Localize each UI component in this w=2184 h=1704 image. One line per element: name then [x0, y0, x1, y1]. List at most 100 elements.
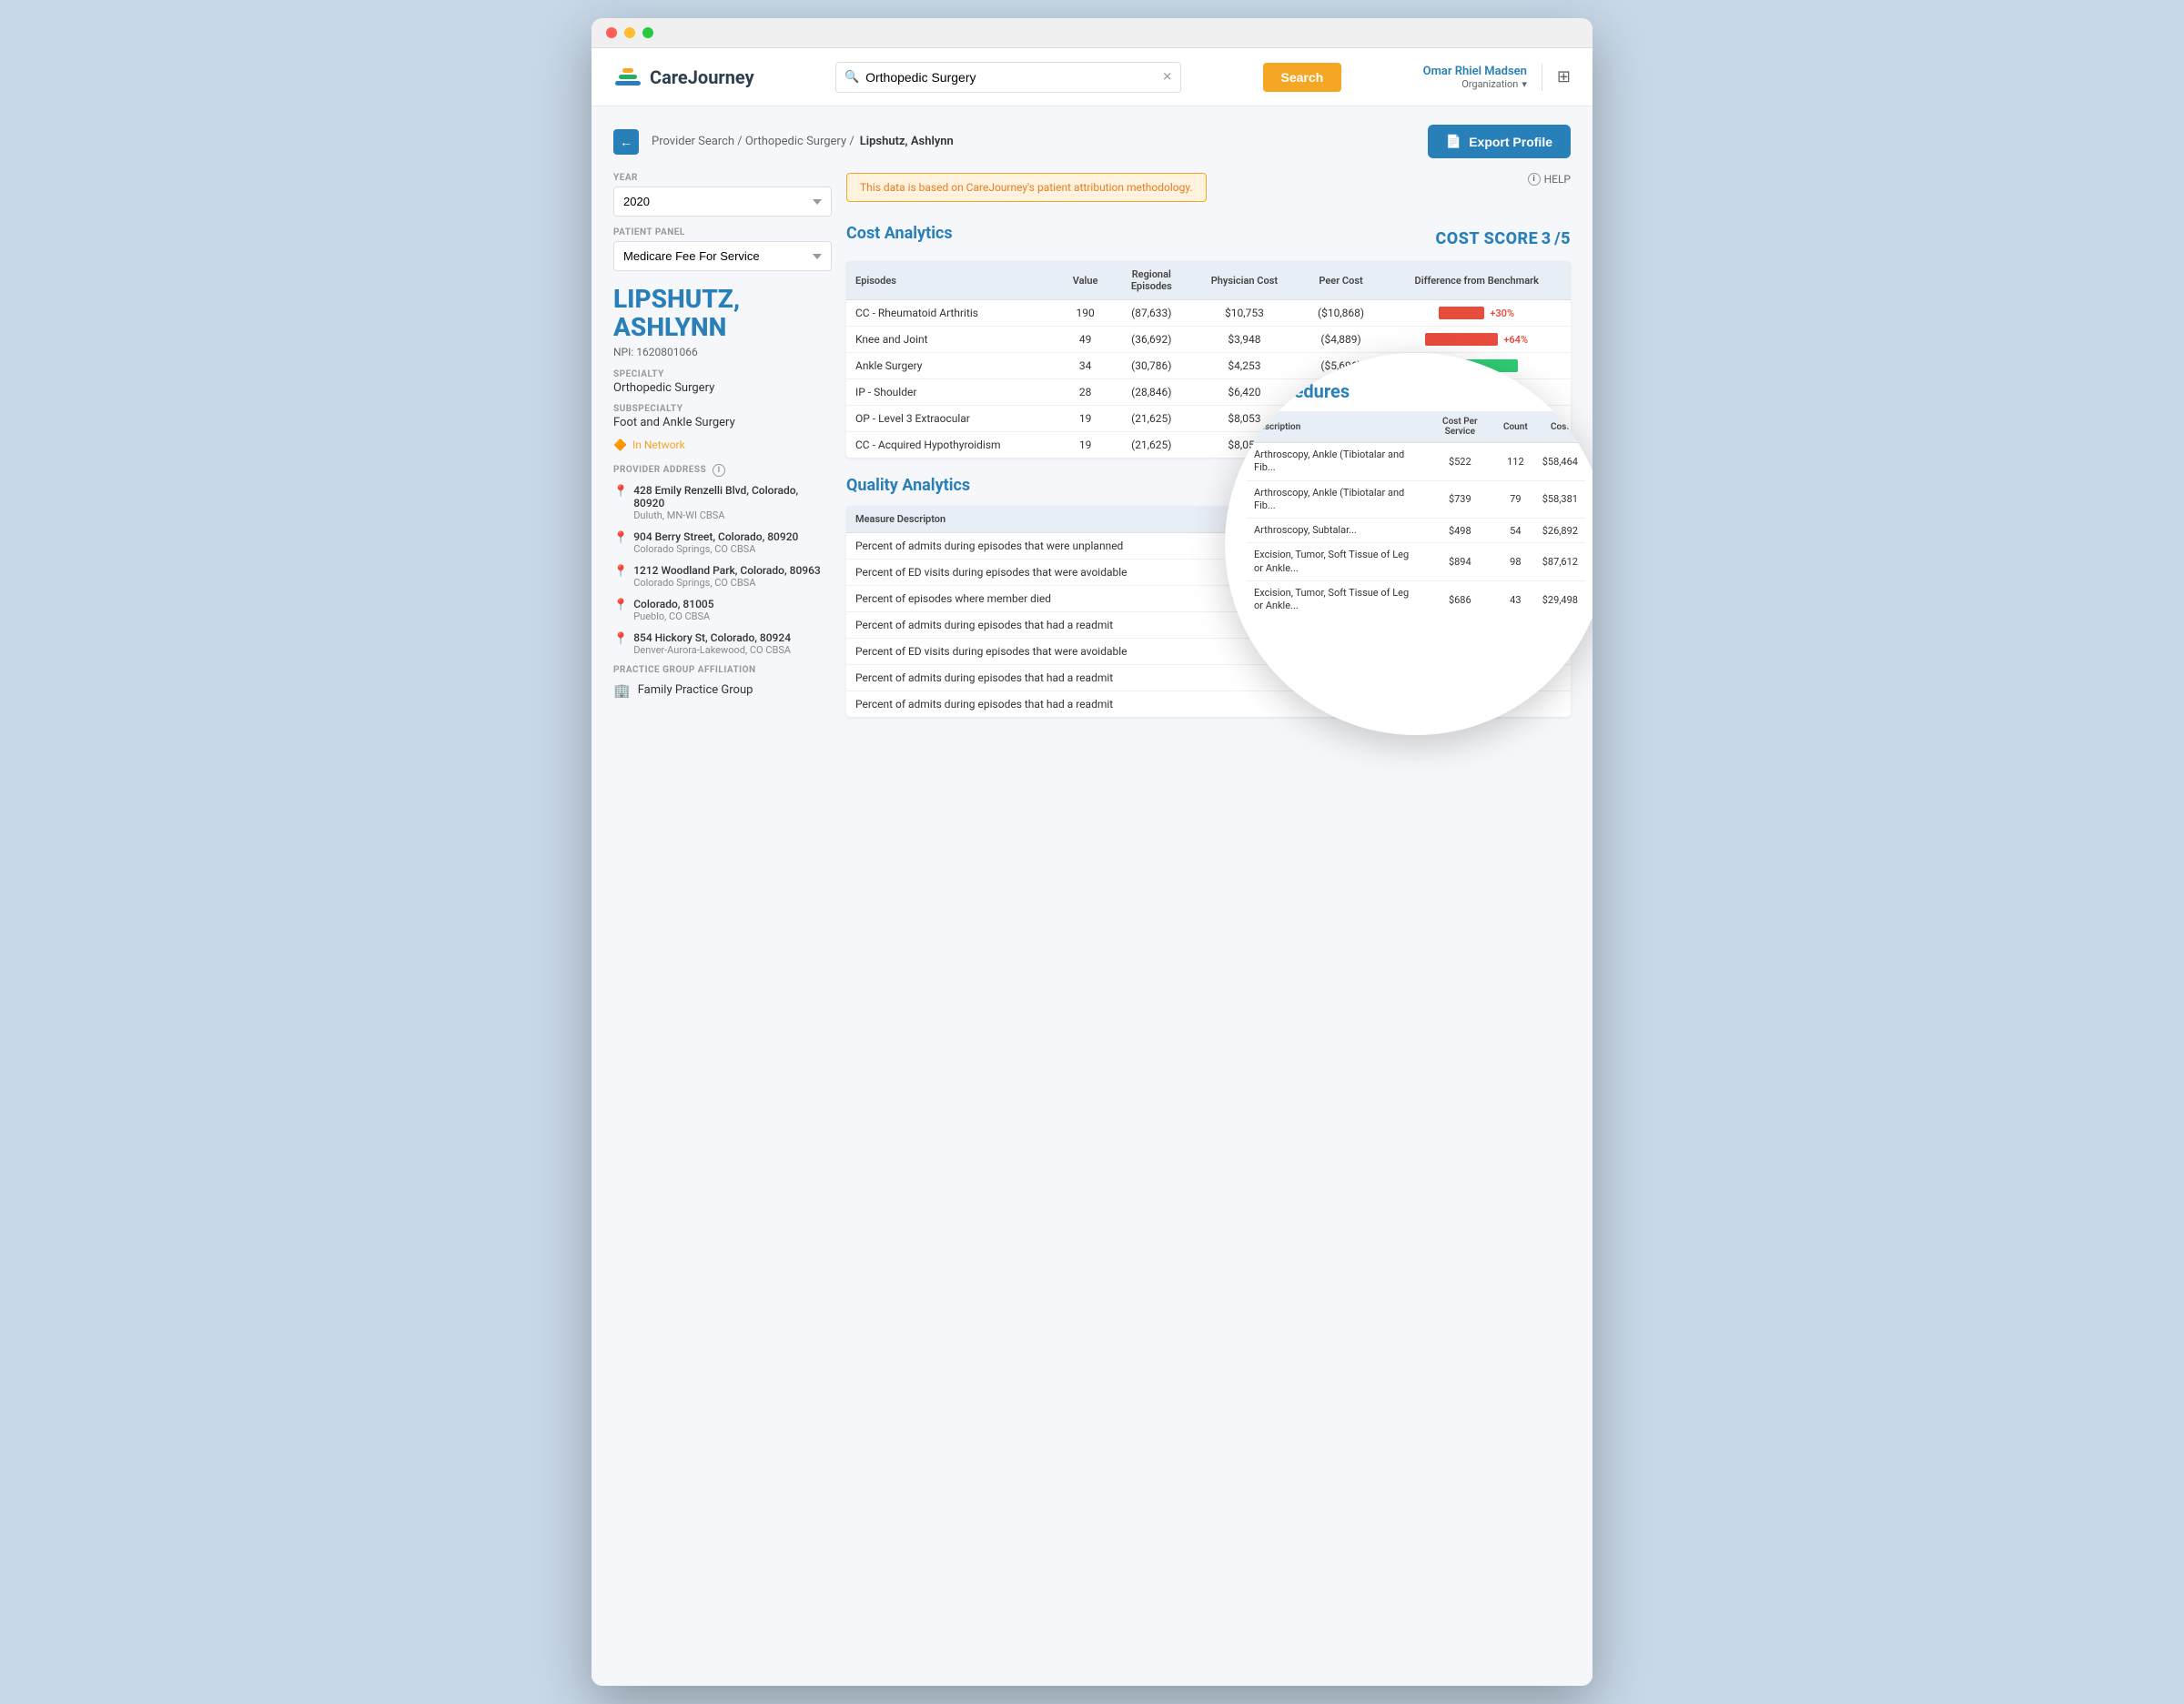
proc-count: 98 [1496, 543, 1535, 581]
address-text: 854 Hickory St, Colorado, 80924 Denver-A… [633, 631, 791, 656]
episode-name: CC - Rheumatoid Arthritis [846, 300, 1057, 327]
dot-green[interactable] [642, 27, 653, 38]
col-episodes: Episodes [846, 261, 1057, 300]
proc-cost-per-service: $498 [1424, 519, 1496, 543]
specialty-value: Orthopedic Surgery [613, 381, 832, 395]
address-item: 📍 854 Hickory St, Colorado, 80924 Denver… [613, 631, 832, 656]
measure-desc: Percent of admits during episodes that h… [846, 691, 1337, 718]
practice-name: Family Practice Group [638, 683, 753, 697]
address-street: 428 Emily Renzelli Blvd, Colorado, 80920 [633, 484, 832, 509]
cost-table-header-row: Episodes Value RegionalEpisodes Physicia… [846, 261, 1571, 300]
address-info-icon[interactable]: i [713, 465, 725, 475]
location-icon: 📍 [613, 565, 628, 579]
address-city: Colorado Springs, CO CBSA [633, 543, 798, 555]
cost-score: COST SCORE 3 /5 [1436, 229, 1571, 248]
search-clear-icon[interactable]: ✕ [1162, 70, 1172, 84]
search-input[interactable] [835, 62, 1181, 93]
peer-cost: ($4,889) [1299, 327, 1383, 353]
address-item: 📍 Colorado, 81005 Pueblo, CO CBSA [613, 598, 832, 622]
location-icon: 📍 [613, 632, 628, 646]
specialty-label: SPECIALTY [613, 369, 832, 379]
physician-cost: $4,253 [1189, 353, 1299, 379]
address-street: 1212 Woodland Park, Colorado, 80963 [633, 564, 821, 577]
back-button[interactable]: ← [613, 129, 639, 155]
export-profile-button[interactable]: 📄 Export Profile [1428, 125, 1571, 158]
right-panel: This data is based on CareJourney's pati… [846, 173, 1571, 717]
breadcrumb-path: Provider Search / Orthopedic Surgery / [652, 135, 854, 148]
address-item: 📍 428 Emily Renzelli Blvd, Colorado, 809… [613, 484, 832, 521]
regional-episodes: (21,625) [1113, 406, 1189, 432]
regional-episodes: (21,625) [1113, 432, 1189, 459]
proc-col-count: Count [1496, 411, 1535, 443]
address-section-label: PROVIDER ADDRESS i [613, 464, 832, 477]
address-item: 📍 1212 Woodland Park, Colorado, 80963 Co… [613, 564, 832, 589]
search-icon: 🔍 [844, 70, 859, 84]
user-name[interactable]: Omar Rhiel Madsen [1423, 65, 1527, 78]
subspecialty-label: SUBSPECIALTY [613, 404, 832, 414]
address-street: 904 Berry Street, Colorado, 80920 [633, 530, 798, 543]
breadcrumb-row: ← Provider Search / Orthopedic Surgery /… [613, 125, 1571, 158]
proc-description: Arthroscopy, Ankle (Tibiotalar and Fib..… [1247, 443, 1424, 481]
location-icon: 📍 [613, 485, 628, 499]
panel-select[interactable]: Medicare Fee For Service Commercial Medi… [613, 241, 832, 271]
proc-cost: $58,464 [1535, 443, 1585, 481]
address-list: 📍 428 Emily Renzelli Blvd, Colorado, 809… [613, 484, 832, 656]
address-item: 📍 904 Berry Street, Colorado, 80920 Colo… [613, 530, 832, 555]
address-street: 854 Hickory St, Colorado, 80924 [633, 631, 791, 644]
address-city: Colorado Springs, CO CBSA [633, 577, 821, 589]
proc-col-desc: Description [1247, 411, 1424, 443]
header-right: Omar Rhiel Madsen Organization ▾ ⊞ [1423, 64, 1571, 91]
address-text: 904 Berry Street, Colorado, 80920 Colora… [633, 530, 798, 555]
proc-count: 79 [1496, 480, 1535, 519]
address-street: Colorado, 81005 [633, 598, 713, 610]
dot-red[interactable] [606, 27, 617, 38]
year-select[interactable]: 2020 2019 2018 [613, 187, 832, 217]
panel-filter-label: PATIENT PANEL [613, 227, 832, 237]
org-dropdown-icon[interactable]: ▾ [1522, 78, 1527, 90]
location-icon: 📍 [613, 531, 628, 545]
provider-name: LIPSHUTZ, ASHLYNN [613, 286, 832, 342]
provider-npi: NPI: 1620801066 [613, 346, 832, 358]
practice-icon: 🏢 [613, 682, 631, 699]
episode-name: IP - Shoulder [846, 379, 1057, 406]
patient-panel-filter: PATIENT PANEL Medicare Fee For Service C… [613, 227, 832, 271]
user-org: Organization ▾ [1423, 78, 1527, 90]
episode-value: 19 [1057, 432, 1114, 459]
procedures-overlay: Procedures Description Cost Per Service … [1225, 353, 1592, 735]
diff-benchmark: +64% [1382, 327, 1571, 353]
table-row: Arthroscopy, Ankle (Tibiotalar and Fib..… [1247, 480, 1585, 519]
procedures-header-row: Description Cost Per Service Count Cost [1247, 411, 1585, 443]
episode-value: 34 [1057, 353, 1114, 379]
breadcrumb: ← Provider Search / Orthopedic Surgery /… [613, 129, 954, 155]
address-text: Colorado, 81005 Pueblo, CO CBSA [633, 598, 713, 622]
dot-yellow[interactable] [624, 27, 635, 38]
proc-col-cost-per-service: Cost Per Service [1424, 411, 1496, 443]
episode-value: 190 [1057, 300, 1114, 327]
proc-count: 112 [1496, 443, 1535, 481]
logo[interactable]: CareJourney [613, 63, 754, 92]
proc-description: Excision, Tumor, Soft Tissue of Leg or A… [1247, 581, 1424, 619]
regional-episodes: (36,692) [1113, 327, 1189, 353]
cost-analytics-header: Cost Analytics COST SCORE 3 /5 [846, 224, 1571, 254]
location-icon: 📍 [613, 599, 628, 612]
procedures-table: Description Cost Per Service Count Cost … [1247, 411, 1585, 619]
browser-window: CareJourney 🔍 ✕ Search Omar Rhiel Madsen… [592, 18, 1592, 1686]
physician-cost: $10,753 [1189, 300, 1299, 327]
search-button[interactable]: Search [1263, 63, 1342, 92]
table-row: CC - Rheumatoid Arthritis 190 (87,633) $… [846, 300, 1571, 327]
table-row: Arthroscopy, Subtalar... $498 54 $26,892 [1247, 519, 1585, 543]
col-peer-cost: Peer Cost [1299, 261, 1383, 300]
help-link[interactable]: i HELP [1528, 173, 1571, 186]
regional-episodes: (87,633) [1113, 300, 1189, 327]
address-text: 428 Emily Renzelli Blvd, Colorado, 80920… [633, 484, 832, 521]
network-badge: 🔶 In Network [613, 439, 832, 451]
regional-episodes: (30,786) [1113, 353, 1189, 379]
episode-value: 19 [1057, 406, 1114, 432]
episode-value: 49 [1057, 327, 1114, 353]
search-bar: 🔍 ✕ [835, 62, 1181, 93]
table-row: Arthroscopy, Ankle (Tibiotalar and Fib..… [1247, 443, 1585, 481]
grid-icon[interactable]: ⊞ [1557, 67, 1571, 86]
header-nav: CareJourney 🔍 ✕ Search Omar Rhiel Madsen… [592, 48, 1592, 106]
network-icon: 🔶 [613, 439, 627, 451]
proc-cost: $26,892 [1535, 519, 1585, 543]
